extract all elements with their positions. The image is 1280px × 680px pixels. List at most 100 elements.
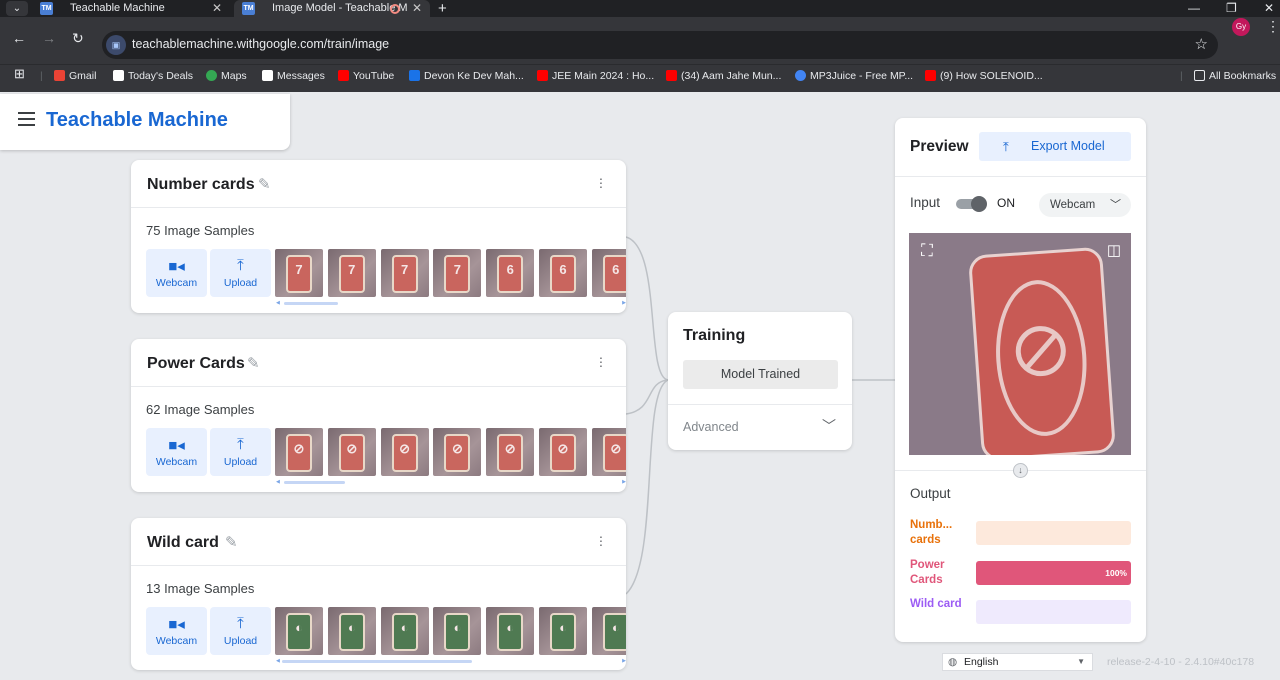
all-bookmarks[interactable]: All Bookmarks xyxy=(1194,69,1276,83)
bookmark-solenoid[interactable]: (9) How SOLENOID... xyxy=(925,69,1043,83)
sample-thumbnail[interactable]: ◐ xyxy=(380,607,429,655)
model-trained-button[interactable]: Model Trained xyxy=(683,360,838,389)
output-class-label: Numb... cards xyxy=(910,519,953,546)
sample-count: 13 Image Samples xyxy=(146,581,255,596)
bookmark-mp3juice[interactable]: MP3Juice - Free MP... xyxy=(795,69,913,83)
tab-search-button[interactable]: ⌄ xyxy=(6,1,28,16)
edit-pencil-icon[interactable]: ✎ xyxy=(247,354,260,372)
sample-thumbnail[interactable]: 7 xyxy=(380,249,429,297)
browser-menu-icon[interactable]: ⋮ xyxy=(1266,18,1280,35)
reload-icon[interactable]: ↻ xyxy=(72,30,84,47)
edit-pencil-icon[interactable]: ✎ xyxy=(258,175,271,193)
sample-thumbnail[interactable]: ◐ xyxy=(327,607,376,655)
sample-thumbnail[interactable]: 6 xyxy=(539,249,587,297)
more-options-icon[interactable]: · · · xyxy=(598,529,604,551)
thumbnail-scrollbar[interactable]: ◀ ▶ xyxy=(276,658,626,664)
app-title: Teachable Machine xyxy=(46,109,228,131)
sample-symbol: ◐ xyxy=(295,620,303,635)
confidence-percent: 100% xyxy=(1105,568,1127,578)
bookmark-messages[interactable]: Messages xyxy=(262,69,325,83)
sample-thumbnail[interactable]: ◐ xyxy=(591,607,626,655)
restore-button[interactable]: ❐ xyxy=(1226,0,1237,17)
export-model-button[interactable]: ⤒ Export Model xyxy=(979,132,1131,161)
sample-thumbnail[interactable]: ⊘ xyxy=(486,428,535,476)
profile-avatar[interactable]: Gy xyxy=(1232,18,1250,36)
thumbnail-scrollbar[interactable]: ◀ ▶ xyxy=(276,300,626,306)
upload-button[interactable]: ⤒ Upload xyxy=(210,428,271,476)
bookmark-youtube[interactable]: YouTube xyxy=(338,69,394,83)
sample-thumbnail[interactable]: ⊘ xyxy=(591,428,626,476)
bookmark-aam-jahe[interactable]: (34) Aam Jahe Mun... xyxy=(666,69,781,83)
sample-thumbnail[interactable]: ⊘ xyxy=(380,428,429,476)
site-info-icon[interactable]: ▣ xyxy=(106,35,126,55)
forward-arrow-icon[interactable]: → xyxy=(42,30,56,46)
more-options-icon[interactable]: · · · xyxy=(598,171,604,193)
sample-thumbnail[interactable]: 6 xyxy=(486,249,535,297)
sample-thumbnail[interactable]: 7 xyxy=(433,249,482,297)
thumbnail-scrollbar[interactable]: ◀ ▶ xyxy=(276,479,626,485)
sample-thumbnail[interactable]: ◐ xyxy=(433,607,482,655)
input-source-select[interactable]: Webcam ﹀ xyxy=(1039,193,1131,217)
sample-thumbnail[interactable]: ◐ xyxy=(486,607,535,655)
flip-camera-icon[interactable]: ◫ xyxy=(1107,241,1121,259)
upload-icon: ⤒ xyxy=(237,257,244,274)
crop-icon[interactable]: ⛶ xyxy=(921,241,933,261)
sample-thumbnail[interactable]: ⊘ xyxy=(327,428,376,476)
webcam-feed: ⛶ ◫ xyxy=(909,233,1131,455)
tab-teachable-machine[interactable]: TM Teachable Machine ✕ xyxy=(32,0,230,17)
maps-icon xyxy=(206,70,217,81)
sample-thumbnail[interactable]: ◐ xyxy=(539,607,587,655)
tab-close-icon[interactable]: ✕ xyxy=(212,0,222,17)
tab-close-icon[interactable]: ✕ xyxy=(412,0,422,17)
bookmark-maps[interactable]: Maps xyxy=(206,69,247,83)
language-select[interactable]: ◍ English ▼ xyxy=(942,653,1093,671)
class-card-header: Power Cards ✎ · · · xyxy=(131,339,626,387)
bookmark-todays-deals[interactable]: Today's Deals xyxy=(113,69,193,83)
input-toggle[interactable] xyxy=(956,196,987,212)
webcam-button[interactable]: ■◂ Webcam xyxy=(146,428,207,476)
bookmark-devon[interactable]: Devon Ke Dev Mah... xyxy=(409,69,524,83)
sample-symbol: ⊘ xyxy=(610,441,622,456)
bookmarks-bar: ⊞ | Gmail Today's Deals Maps Messages Yo… xyxy=(0,64,1280,92)
bookmark-gmail[interactable]: Gmail xyxy=(54,69,96,83)
sample-thumbnail[interactable]: ⊘ xyxy=(433,428,482,476)
sample-count: 75 Image Samples xyxy=(146,223,255,238)
class-name[interactable]: Power Cards xyxy=(147,355,245,373)
sample-thumbnail[interactable]: 7 xyxy=(327,249,376,297)
upload-label: Upload xyxy=(223,277,258,289)
class-name[interactable]: Wild card xyxy=(147,534,219,552)
upload-button[interactable]: ⤒ Upload xyxy=(210,249,271,297)
tab-title: Image Model - Teachable M xyxy=(272,2,408,14)
advanced-toggle[interactable]: Advanced ﹀ xyxy=(668,404,852,450)
sample-symbol: 6 xyxy=(612,262,620,277)
minimize-button[interactable]: — xyxy=(1188,0,1200,17)
class-name[interactable]: Number cards xyxy=(147,176,255,194)
bookmark-star-icon[interactable]: ☆ xyxy=(1195,35,1208,53)
apps-grid-icon[interactable]: ⊞ xyxy=(14,67,25,81)
divider xyxy=(895,176,1146,177)
url-text[interactable]: teachablemachine.withgoogle.com/train/im… xyxy=(132,37,389,51)
window-close-button[interactable]: ✕ xyxy=(1264,0,1274,17)
bookmark-label: Messages xyxy=(277,70,325,82)
webcam-button[interactable]: ■◂ Webcam xyxy=(146,607,207,655)
sample-thumbnail[interactable]: ⊘ xyxy=(539,428,587,476)
menu-icon[interactable] xyxy=(18,112,35,126)
toggle-state-label: ON xyxy=(997,196,1015,210)
sample-thumbnail[interactable]: ◐ xyxy=(275,607,323,655)
sample-thumbnail[interactable]: 6 xyxy=(591,249,626,297)
sample-thumbnail[interactable]: ⊘ xyxy=(275,428,323,476)
edit-pencil-icon[interactable]: ✎ xyxy=(225,533,238,551)
more-options-icon[interactable]: · · · xyxy=(598,350,604,372)
back-arrow-icon[interactable]: ← xyxy=(12,30,26,46)
sample-thumbnails: 7 7 7 7 6 6 6 xyxy=(275,249,626,297)
bookmark-jee[interactable]: JEE Main 2024 : Ho... xyxy=(537,69,654,83)
uno-card-image xyxy=(967,246,1117,455)
input-label: Input xyxy=(910,195,941,210)
address-bar[interactable]: ▣ teachablemachine.withgoogle.com/train/… xyxy=(102,31,1218,59)
new-tab-button[interactable]: + xyxy=(438,0,447,17)
tab-image-model[interactable]: TM Image Model - Teachable M ✕ xyxy=(234,0,430,17)
advanced-label: Advanced xyxy=(683,420,739,434)
upload-button[interactable]: ⤒ Upload xyxy=(210,607,271,655)
sample-thumbnail[interactable]: 7 xyxy=(275,249,323,297)
webcam-button[interactable]: ■◂ Webcam xyxy=(146,249,207,297)
